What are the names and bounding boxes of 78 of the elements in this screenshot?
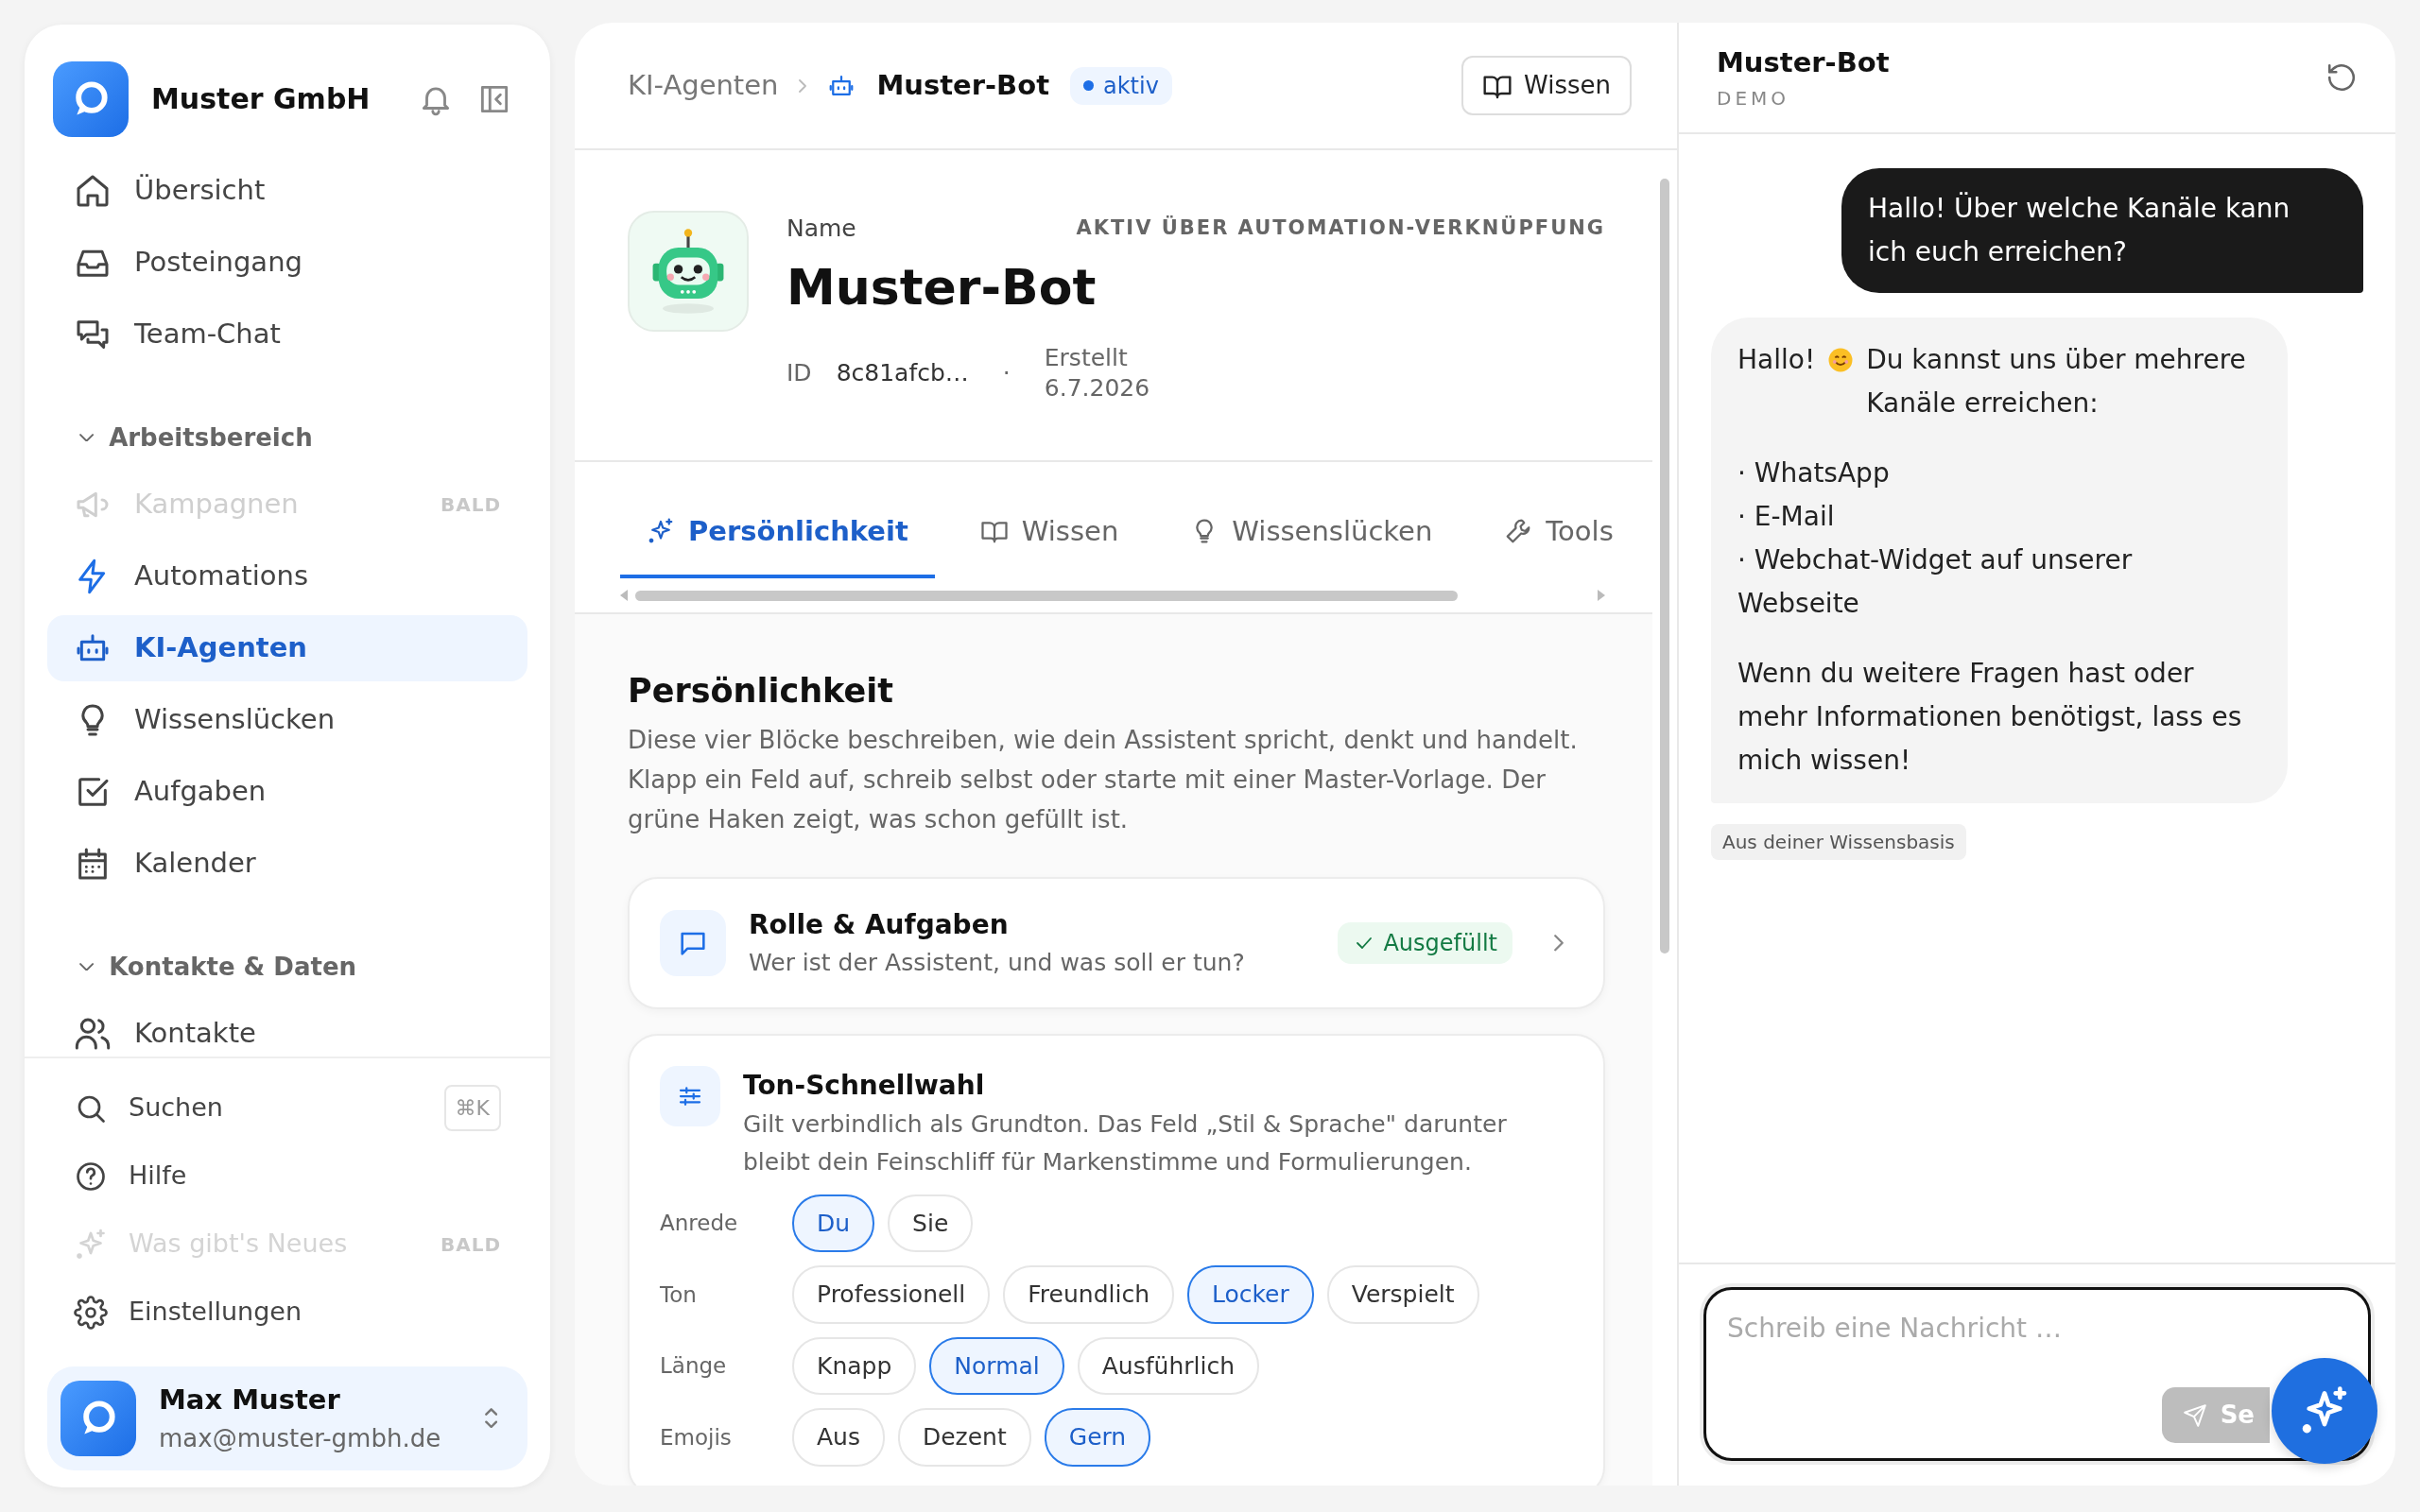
menu-item[interactable]: Hilfe — [47, 1144, 527, 1208]
chevron-icon — [79, 433, 95, 442]
nav-item[interactable]: Team-Chat — [47, 301, 527, 368]
knowledge-button[interactable]: Wissen — [1461, 56, 1632, 115]
tab[interactable]: Wissenslücken — [1164, 490, 1460, 578]
option-chip[interactable]: Dezent — [898, 1408, 1031, 1467]
chat-title: Muster-Bot — [1717, 45, 1891, 81]
card-description: Gilt verbindlich als Grundton. Das Feld „Stil & Sprache" darunter bleibt dein Feinschliff für Markenstimme und Formulierungen. — [743, 1108, 1508, 1177]
role-card[interactable]: Rolle & Aufgaben Wer ist der Assistent, und was soll er tun? Ausgefüllt — [628, 877, 1605, 1009]
option-chip[interactable]: Professionell — [792, 1265, 991, 1324]
option-chip[interactable]: Ausführlich — [1077, 1336, 1259, 1395]
list-item: · WhatsApp — [1737, 456, 1891, 490]
nav-item[interactable]: Posteingang — [47, 230, 527, 296]
ai-assistant-button[interactable] — [2272, 1358, 2377, 1464]
option-label: Emojis — [660, 1423, 733, 1452]
refresh-icon — [2325, 61, 2358, 94]
company-name: Muster GmbH — [151, 81, 372, 117]
option-chip[interactable]: Du — [792, 1194, 875, 1252]
separator-dot: · — [1002, 357, 1011, 388]
tab[interactable]: Persönlichkeit — [620, 490, 935, 578]
message-text: Wenn du weitere Fragen hast oder mehr Informationen benötigst, lass es mich wissen! — [1737, 657, 2243, 778]
activation-note: AKTIV ÜBER AUTOMATION-VERKNÜPFUNG — [1076, 215, 1605, 241]
settings-icon — [74, 1295, 108, 1330]
option-chip[interactable]: Aus — [792, 1408, 885, 1467]
chevron-icon — [79, 962, 95, 971]
reset-chat-button[interactable] — [2325, 61, 2358, 94]
account-switcher[interactable]: Max Muster max@muster-gmbh.de — [47, 1366, 527, 1470]
user-avatar-icon — [60, 1380, 136, 1456]
chat-subtitle: DEMO — [1717, 85, 1791, 112]
nav-item[interactable]: Automations — [47, 543, 527, 610]
option-label: Länge — [660, 1352, 728, 1380]
menu-item[interactable]: Einstellungen — [47, 1280, 527, 1344]
option-chip[interactable]: Verspielt — [1326, 1265, 1479, 1324]
nav-item[interactable]: Kalender — [47, 831, 527, 897]
section-description: Diese vier Blöcke beschreiben, wie dein Assistent spricht, denkt und handelt. Klapp ein Feld auf, schreib selbst oder starte mit einer Master-Vorlage. Der grüne Haken zeigt, was schon gefüllt ist. — [628, 725, 1579, 835]
user-message: Hallo! Über welche Kanäle kann ich euch erreichen? — [1841, 168, 2363, 293]
created-label: Erstellt — [1044, 342, 1129, 373]
agent-name: Muster-Bot — [786, 257, 1098, 318]
send-icon — [2182, 1402, 2207, 1428]
status-badge: aktiv — [1070, 66, 1172, 105]
option-chip[interactable]: Sie — [888, 1194, 974, 1252]
option-chip[interactable]: Locker — [1187, 1265, 1314, 1324]
breadcrumb-current: Muster-Bot — [876, 67, 1049, 103]
option-chip[interactable]: Normal — [929, 1336, 1064, 1395]
chevron-icon — [1554, 935, 1564, 952]
chevron-icon — [799, 78, 807, 93]
section-toggle[interactable]: Kontakte & Daten — [47, 938, 527, 995]
list-item: · E-Mail — [1737, 500, 1836, 534]
agent-id: 8c81afcb… — [836, 357, 969, 388]
message-text: Hallo! — [1737, 343, 1816, 377]
option-chip[interactable]: Freundlich — [1003, 1265, 1174, 1324]
section-title: Persönlichkeit — [628, 671, 894, 711]
tab[interactable]: Wissen — [953, 490, 1146, 578]
nav-item[interactable]: KI-Agenten — [47, 615, 527, 681]
created-date: 6.7.2026 — [1044, 372, 1150, 404]
menu-item[interactable]: Suchen ⌘K — [47, 1076, 527, 1140]
up-down-chevron-icon — [484, 1408, 497, 1429]
section-toggle[interactable]: Arbeitsbereich — [47, 409, 527, 466]
field-label: Name — [786, 214, 856, 244]
completed-badge: Ausgefüllt — [1338, 921, 1512, 964]
chat-logo-icon — [53, 60, 129, 137]
nav-item[interactable]: Aufgaben — [47, 759, 527, 825]
list-item: · Webchat-Widget auf unserer Webseite — [1737, 543, 2134, 621]
option-chip[interactable]: Gern — [1044, 1408, 1151, 1467]
sparkles-icon — [74, 1227, 108, 1262]
nav-item[interactable]: Übersicht — [47, 158, 527, 224]
message-text: Du kannst uns über mehrere Kanäle erreichen: — [1866, 343, 2247, 421]
source-tag: Aus deiner Wissensbasis — [1711, 824, 1966, 860]
nav-item[interactable]: Kontakte — [47, 1001, 527, 1057]
breadcrumb-link[interactable]: KI-Agenten — [628, 64, 779, 107]
shortcut-key: ⌘K — [443, 1085, 501, 1131]
card-title: Ton-Schnellwahl — [743, 1068, 986, 1103]
nav-item[interactable]: Wissenslücken — [47, 687, 527, 753]
option-chip[interactable]: Knapp — [792, 1336, 917, 1395]
id-label: ID — [786, 357, 812, 388]
tab[interactable]: Tools — [1478, 490, 1640, 578]
option-label: Anrede — [660, 1210, 739, 1237]
option-label: Ton — [660, 1280, 698, 1309]
